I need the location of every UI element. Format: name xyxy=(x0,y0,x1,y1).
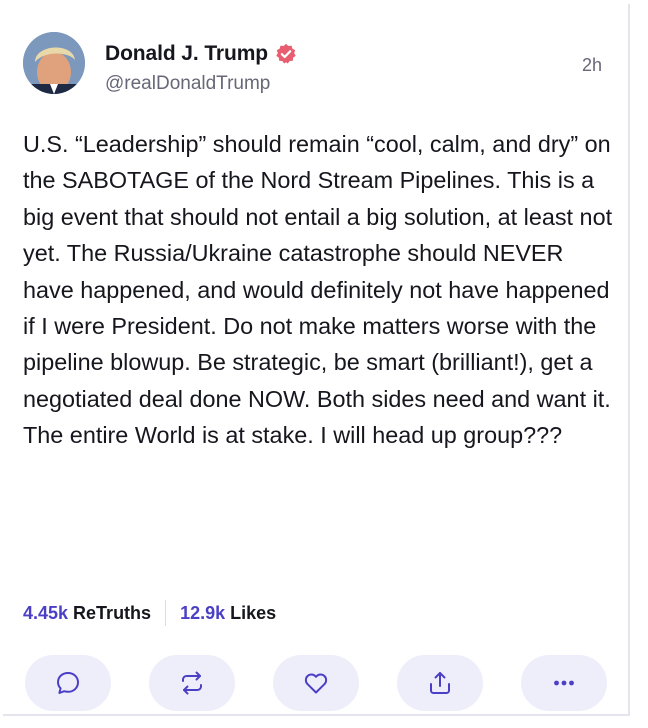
comment-icon xyxy=(57,672,79,694)
more-button[interactable] xyxy=(521,655,607,711)
likes-count[interactable]: 12.9k xyxy=(180,603,225,624)
avatar[interactable] xyxy=(23,32,85,94)
post-timestamp[interactable]: 2h xyxy=(582,55,602,76)
action-bar xyxy=(3,655,630,711)
likes-label[interactable]: Likes xyxy=(230,603,276,624)
retruth-button[interactable] xyxy=(149,655,235,711)
retruths-count[interactable]: 4.45k xyxy=(23,603,68,624)
more-icon xyxy=(554,680,574,686)
share-button[interactable] xyxy=(397,655,483,711)
author-name[interactable]: Donald J. Trump xyxy=(105,42,268,66)
post-card: Donald J. Trump @realDonaldTrump 2h U.S.… xyxy=(3,4,630,716)
post-stats: 4.45k ReTruths 12.9k Likes xyxy=(23,600,276,626)
reply-button[interactable] xyxy=(25,655,111,711)
heart-icon xyxy=(304,673,328,694)
stats-divider xyxy=(165,600,167,626)
share-icon xyxy=(430,672,450,694)
post-body: U.S. “Leadership” should remain “cool, c… xyxy=(23,131,613,449)
retruth-icon xyxy=(182,671,202,695)
author-row: Donald J. Trump xyxy=(105,42,297,66)
verified-badge-icon xyxy=(276,43,296,64)
like-button[interactable] xyxy=(273,655,359,711)
retruths-label[interactable]: ReTruths xyxy=(73,603,151,624)
author-handle[interactable]: @realDonaldTrump xyxy=(105,73,270,95)
